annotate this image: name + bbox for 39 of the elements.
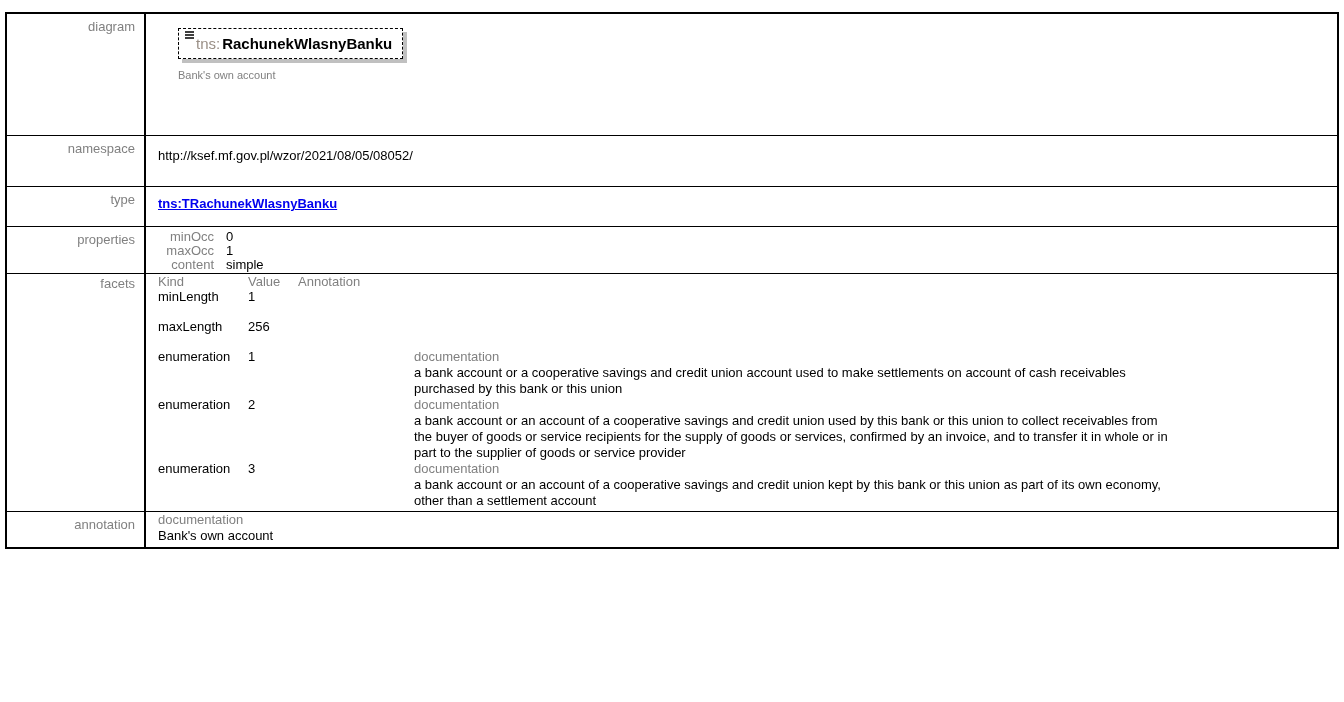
documentation-text: a bank account or an account of a cooperative savings and credit union kept by this bank or this union as part of its own economy, other than a settlement account bbox=[414, 477, 1162, 509]
facet-kind: maxLength bbox=[158, 319, 224, 335]
property-name: minOcc bbox=[168, 230, 214, 244]
documentation-label: documentation bbox=[414, 397, 501, 413]
facet-value: 2 bbox=[248, 397, 257, 414]
facet-value: 1 bbox=[248, 289, 257, 305]
documentation-label: documentation bbox=[414, 461, 501, 477]
documentation-text: a bank account or an account of a cooperative savings and credit union used by this bank or this union to collect receivables from the buyer of goods or service recipients for the supply of goods or services, confirmed by an invoice, and to transfer it in whole or in part to the supplier of goods or service provider bbox=[414, 413, 1169, 461]
documentation-text: a bank account or a cooperative savings and credit union account used to make settlements on account of cash receivables purchased by this bank or this union bbox=[414, 365, 1127, 397]
facet-value: 256 bbox=[248, 319, 271, 335]
property-value: 0 bbox=[226, 230, 235, 244]
facet-value: 1 bbox=[248, 349, 257, 366]
facet-kind: minLength bbox=[158, 289, 220, 305]
element-name: RachunekWlasnyBanku bbox=[222, 35, 393, 52]
property-name: maxOcc bbox=[165, 244, 214, 258]
facet-kind: enumeration bbox=[158, 349, 232, 366]
facet-value: 3 bbox=[248, 461, 257, 478]
property-value: simple bbox=[226, 258, 264, 272]
annotation-text: Bank's own account bbox=[158, 528, 275, 544]
row-label: facets bbox=[100, 276, 135, 291]
column-header: Value bbox=[248, 274, 282, 289]
property-name: content bbox=[170, 258, 214, 272]
element-prefix: tns: bbox=[196, 35, 221, 52]
element-caption: Bank's own account bbox=[178, 69, 277, 81]
property-value: 1 bbox=[226, 244, 235, 258]
documentation-label: documentation bbox=[158, 512, 245, 528]
row-label: namespace bbox=[67, 141, 135, 156]
row-label: type bbox=[110, 192, 135, 207]
type-link[interactable]: tns:TRachunekWlasnyBanku bbox=[158, 196, 338, 211]
facet-kind: enumeration bbox=[158, 461, 232, 478]
lines-icon bbox=[185, 31, 194, 39]
documentation-label: documentation bbox=[414, 349, 501, 365]
row-label: annotation bbox=[74, 517, 135, 532]
row-label: properties bbox=[77, 232, 135, 247]
namespace-value: http://ksef.mf.gov.pl/wzor/2021/08/05/08052/ bbox=[158, 148, 414, 164]
column-header: Annotation bbox=[298, 274, 362, 289]
column-header: Kind bbox=[158, 274, 186, 289]
row-label: diagram bbox=[88, 19, 135, 34]
facet-kind: enumeration bbox=[158, 397, 232, 414]
